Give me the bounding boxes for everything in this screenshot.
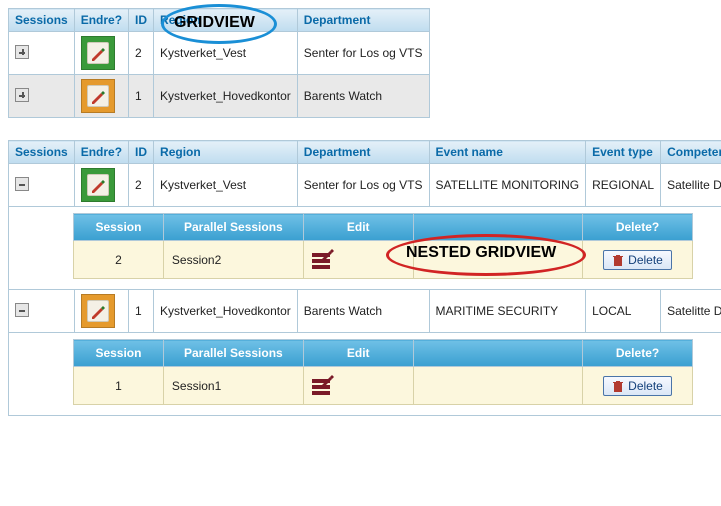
pencil-icon [87, 300, 109, 322]
ncell-session: 1 [74, 367, 164, 405]
edit-button[interactable] [81, 168, 115, 202]
delete-label: Delete [628, 379, 663, 393]
col-event-type[interactable]: Event type [586, 141, 661, 164]
col-department[interactable]: Department [297, 141, 429, 164]
expand-icon[interactable] [15, 45, 29, 59]
cell-department: Senter for Los og VTS [297, 32, 429, 75]
nested-header-row: Session Parallel Sessions Edit Delete? [74, 214, 693, 241]
ncol-blank [413, 340, 582, 367]
ncell-blank [413, 241, 582, 279]
col-endre[interactable]: Endre? [74, 9, 128, 32]
delete-label: Delete [628, 253, 663, 267]
top-grid-header-row: Sessions Endre? ID Region Department [9, 9, 430, 32]
cell-competence-area: Satellite Design & Co [661, 164, 721, 207]
col-department[interactable]: Department [297, 9, 429, 32]
collapse-icon[interactable] [15, 303, 29, 317]
nested-table-row: 2 Session2 Delet [74, 241, 693, 279]
cell-department: Barents Watch [297, 290, 429, 333]
table-row: 2 Kystverket_Vest Senter for Los og VTS [9, 32, 430, 75]
cell-id: 2 [129, 32, 154, 75]
cell-event-type: REGIONAL [586, 164, 661, 207]
expand-icon[interactable] [15, 88, 29, 102]
col-sessions[interactable]: Sessions [9, 141, 75, 164]
trash-icon [612, 379, 624, 393]
collapse-icon[interactable] [15, 177, 29, 191]
table-row: 1 Kystverket_Hovedkontor Barents Watch M… [9, 290, 721, 333]
ncol-parallel[interactable]: Parallel Sessions [163, 340, 303, 367]
cell-department: Barents Watch [297, 75, 429, 118]
table-row: 2 Kystverket_Vest Senter for Los og VTS … [9, 164, 721, 207]
col-sessions[interactable]: Sessions [9, 9, 75, 32]
cell-region: Kystverket_Vest [154, 32, 298, 75]
cell-event-name: SATELLITE MONITORING [429, 164, 586, 207]
cell-region: Kystverket_Hovedkontor [154, 75, 298, 118]
cell-id: 1 [129, 75, 154, 118]
ncell-parallel: Session2 [163, 241, 303, 279]
cell-competence-area: Satelitte Design [661, 290, 721, 333]
ncol-blank [413, 214, 582, 241]
cell-id: 2 [129, 164, 154, 207]
cell-region: Kystverket_Vest [154, 164, 298, 207]
edit-button[interactable] [81, 36, 115, 70]
cell-region: Kystverket_Hovedkontor [154, 290, 298, 333]
col-competence-area[interactable]: Competence Area [661, 141, 721, 164]
ncell-blank [413, 367, 582, 405]
pencil-icon [87, 42, 109, 64]
pencil-icon [87, 174, 109, 196]
cell-event-type: LOCAL [586, 290, 661, 333]
nested-row-container: Session Parallel Sessions Edit Delete? 1… [9, 333, 721, 416]
col-endre[interactable]: Endre? [74, 141, 128, 164]
ncell-parallel: Session1 [163, 367, 303, 405]
ncell-session: 2 [74, 241, 164, 279]
nested-row-container: Session Parallel Sessions Edit Delete? 2… [9, 207, 721, 290]
bottom-grid-header-row: Sessions Endre? ID Region Department Eve… [9, 141, 721, 164]
col-event-name[interactable]: Event name [429, 141, 586, 164]
ncol-session[interactable]: Session [74, 214, 164, 241]
col-id[interactable]: ID [129, 9, 154, 32]
top-gridview: Sessions Endre? ID Region Department 2 K… [8, 8, 430, 118]
col-id[interactable]: ID [129, 141, 154, 164]
cell-event-name: MARITIME SECURITY [429, 290, 586, 333]
pencil-icon [87, 85, 109, 107]
nested-gridview: Session Parallel Sessions Edit Delete? 2… [73, 213, 693, 279]
edit-button[interactable] [81, 294, 115, 328]
bottom-gridview: Sessions Endre? ID Region Department Eve… [8, 140, 721, 416]
col-region[interactable]: Region [154, 141, 298, 164]
ncol-edit[interactable]: Edit [303, 214, 413, 241]
table-row: 1 Kystverket_Hovedkontor Barents Watch [9, 75, 430, 118]
ncol-delete[interactable]: Delete? [583, 340, 693, 367]
delete-button[interactable]: Delete [603, 250, 672, 270]
ncol-edit[interactable]: Edit [303, 340, 413, 367]
edit-row-button[interactable] [312, 247, 338, 269]
cell-department: Senter for Los og VTS [297, 164, 429, 207]
nested-table-row: 1 Session1 Delet [74, 367, 693, 405]
delete-button[interactable]: Delete [603, 376, 672, 396]
ncol-delete[interactable]: Delete? [583, 214, 693, 241]
cell-id: 1 [129, 290, 154, 333]
ncol-session[interactable]: Session [74, 340, 164, 367]
col-region[interactable]: Region [154, 9, 298, 32]
edit-row-button[interactable] [312, 373, 338, 395]
trash-icon [612, 253, 624, 267]
ncol-parallel[interactable]: Parallel Sessions [163, 214, 303, 241]
edit-button[interactable] [81, 79, 115, 113]
nested-gridview: Session Parallel Sessions Edit Delete? 1… [73, 339, 693, 405]
nested-header-row: Session Parallel Sessions Edit Delete? [74, 340, 693, 367]
